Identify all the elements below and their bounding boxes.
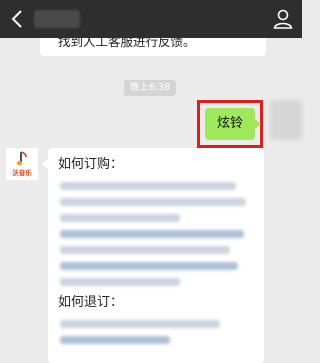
self-avatar[interactable]	[270, 100, 302, 140]
chat-header	[0, 0, 302, 38]
blurred-text-line	[60, 198, 246, 206]
blurred-text-line	[60, 320, 220, 328]
chevron-left-icon	[11, 10, 22, 28]
profile-button[interactable]	[272, 8, 294, 30]
blurred-link-line[interactable]	[60, 336, 170, 344]
bot-avatar[interactable]: 沃音乐	[6, 148, 38, 180]
blurred-text-line	[60, 214, 180, 222]
message-timestamp: 晚上6:38	[124, 80, 176, 96]
person-icon	[273, 9, 293, 29]
message-bubble-incoming: 如何订购： 如何退订：	[42, 148, 264, 363]
blurred-link-line[interactable]	[60, 230, 244, 238]
blurred-text-line	[60, 182, 236, 190]
back-button[interactable]	[8, 8, 28, 30]
message-bubble-incoming-partial: 找到人工客服进行反馈。	[40, 38, 266, 56]
section-title-unsubscribe: 如何退订：	[58, 295, 124, 310]
section-title-order: 如何订购：	[58, 157, 124, 172]
bot-brand-label: 沃音乐	[12, 169, 32, 177]
music-note-icon	[16, 151, 27, 166]
blurred-text-line	[60, 278, 180, 286]
message-bubble-outgoing[interactable]: 炫铃	[205, 108, 261, 140]
chat-title-blurred	[34, 10, 80, 28]
blurred-link-line[interactable]	[60, 262, 238, 270]
message-text: 找到人工客服进行反馈。	[58, 38, 196, 49]
blurred-text-line	[60, 246, 230, 254]
highlight-box: 炫铃	[197, 100, 263, 148]
